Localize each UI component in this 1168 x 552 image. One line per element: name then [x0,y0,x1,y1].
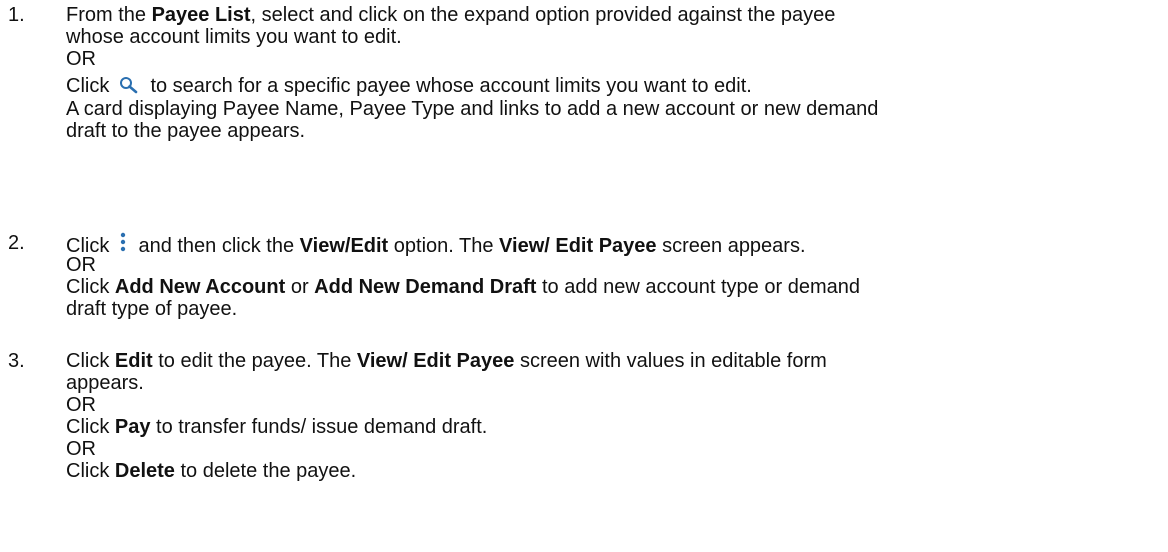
view-edit-term: View/Edit [299,235,389,257]
step-line: whose account limits you want to edit. [66,26,402,48]
step-line: From the Payee List, select and click on… [66,4,836,26]
delete-term: Delete [114,460,175,482]
step-line: Click Edit to edit the payee. The View/ … [66,350,827,372]
add-new-account-term: Add New Account [114,276,286,298]
step-body: Click and then click the View/Edit optio… [66,232,1156,320]
edit-term: Edit [114,350,153,372]
add-new-demand-draft-term: Add New Demand Draft [314,276,537,298]
step-line: draft to the payee appears. [66,120,306,142]
step-line: A card displaying Payee Name, Payee Type… [66,98,879,120]
or-separator: OR [66,254,96,276]
step-number: 1. [8,4,25,26]
step-body: Click Edit to edit the payee. The View/ … [66,350,1156,482]
view-edit-payee-term: View/ Edit Payee [499,235,657,257]
step-number: 2. [8,232,25,254]
step-body: From the Payee List, select and click on… [66,4,1156,142]
step-line: Click Pay to transfer funds/ issue deman… [66,416,488,438]
view-edit-payee-term: View/ Edit Payee [356,350,515,372]
or-separator: OR [66,394,96,416]
step-line: Click and then click the View/Edit optio… [66,232,1156,257]
or-separator: OR [66,48,96,70]
instruction-document: 1. From the Payee List, select and click… [0,0,1168,552]
kebab-menu-icon [119,232,127,259]
payee-list-term: Payee List [151,4,251,26]
step-line: Click Delete to delete the payee. [66,460,357,482]
step-line: draft type of payee. [66,298,238,320]
step-number: 3. [8,350,25,372]
step-line: Click to search for a specific payee who… [66,70,1156,98]
step-line: Click Add New Account or Add New Demand … [66,276,860,298]
step-line: appears. [66,372,144,394]
pay-term: Pay [114,416,151,438]
or-separator: OR [66,438,96,460]
